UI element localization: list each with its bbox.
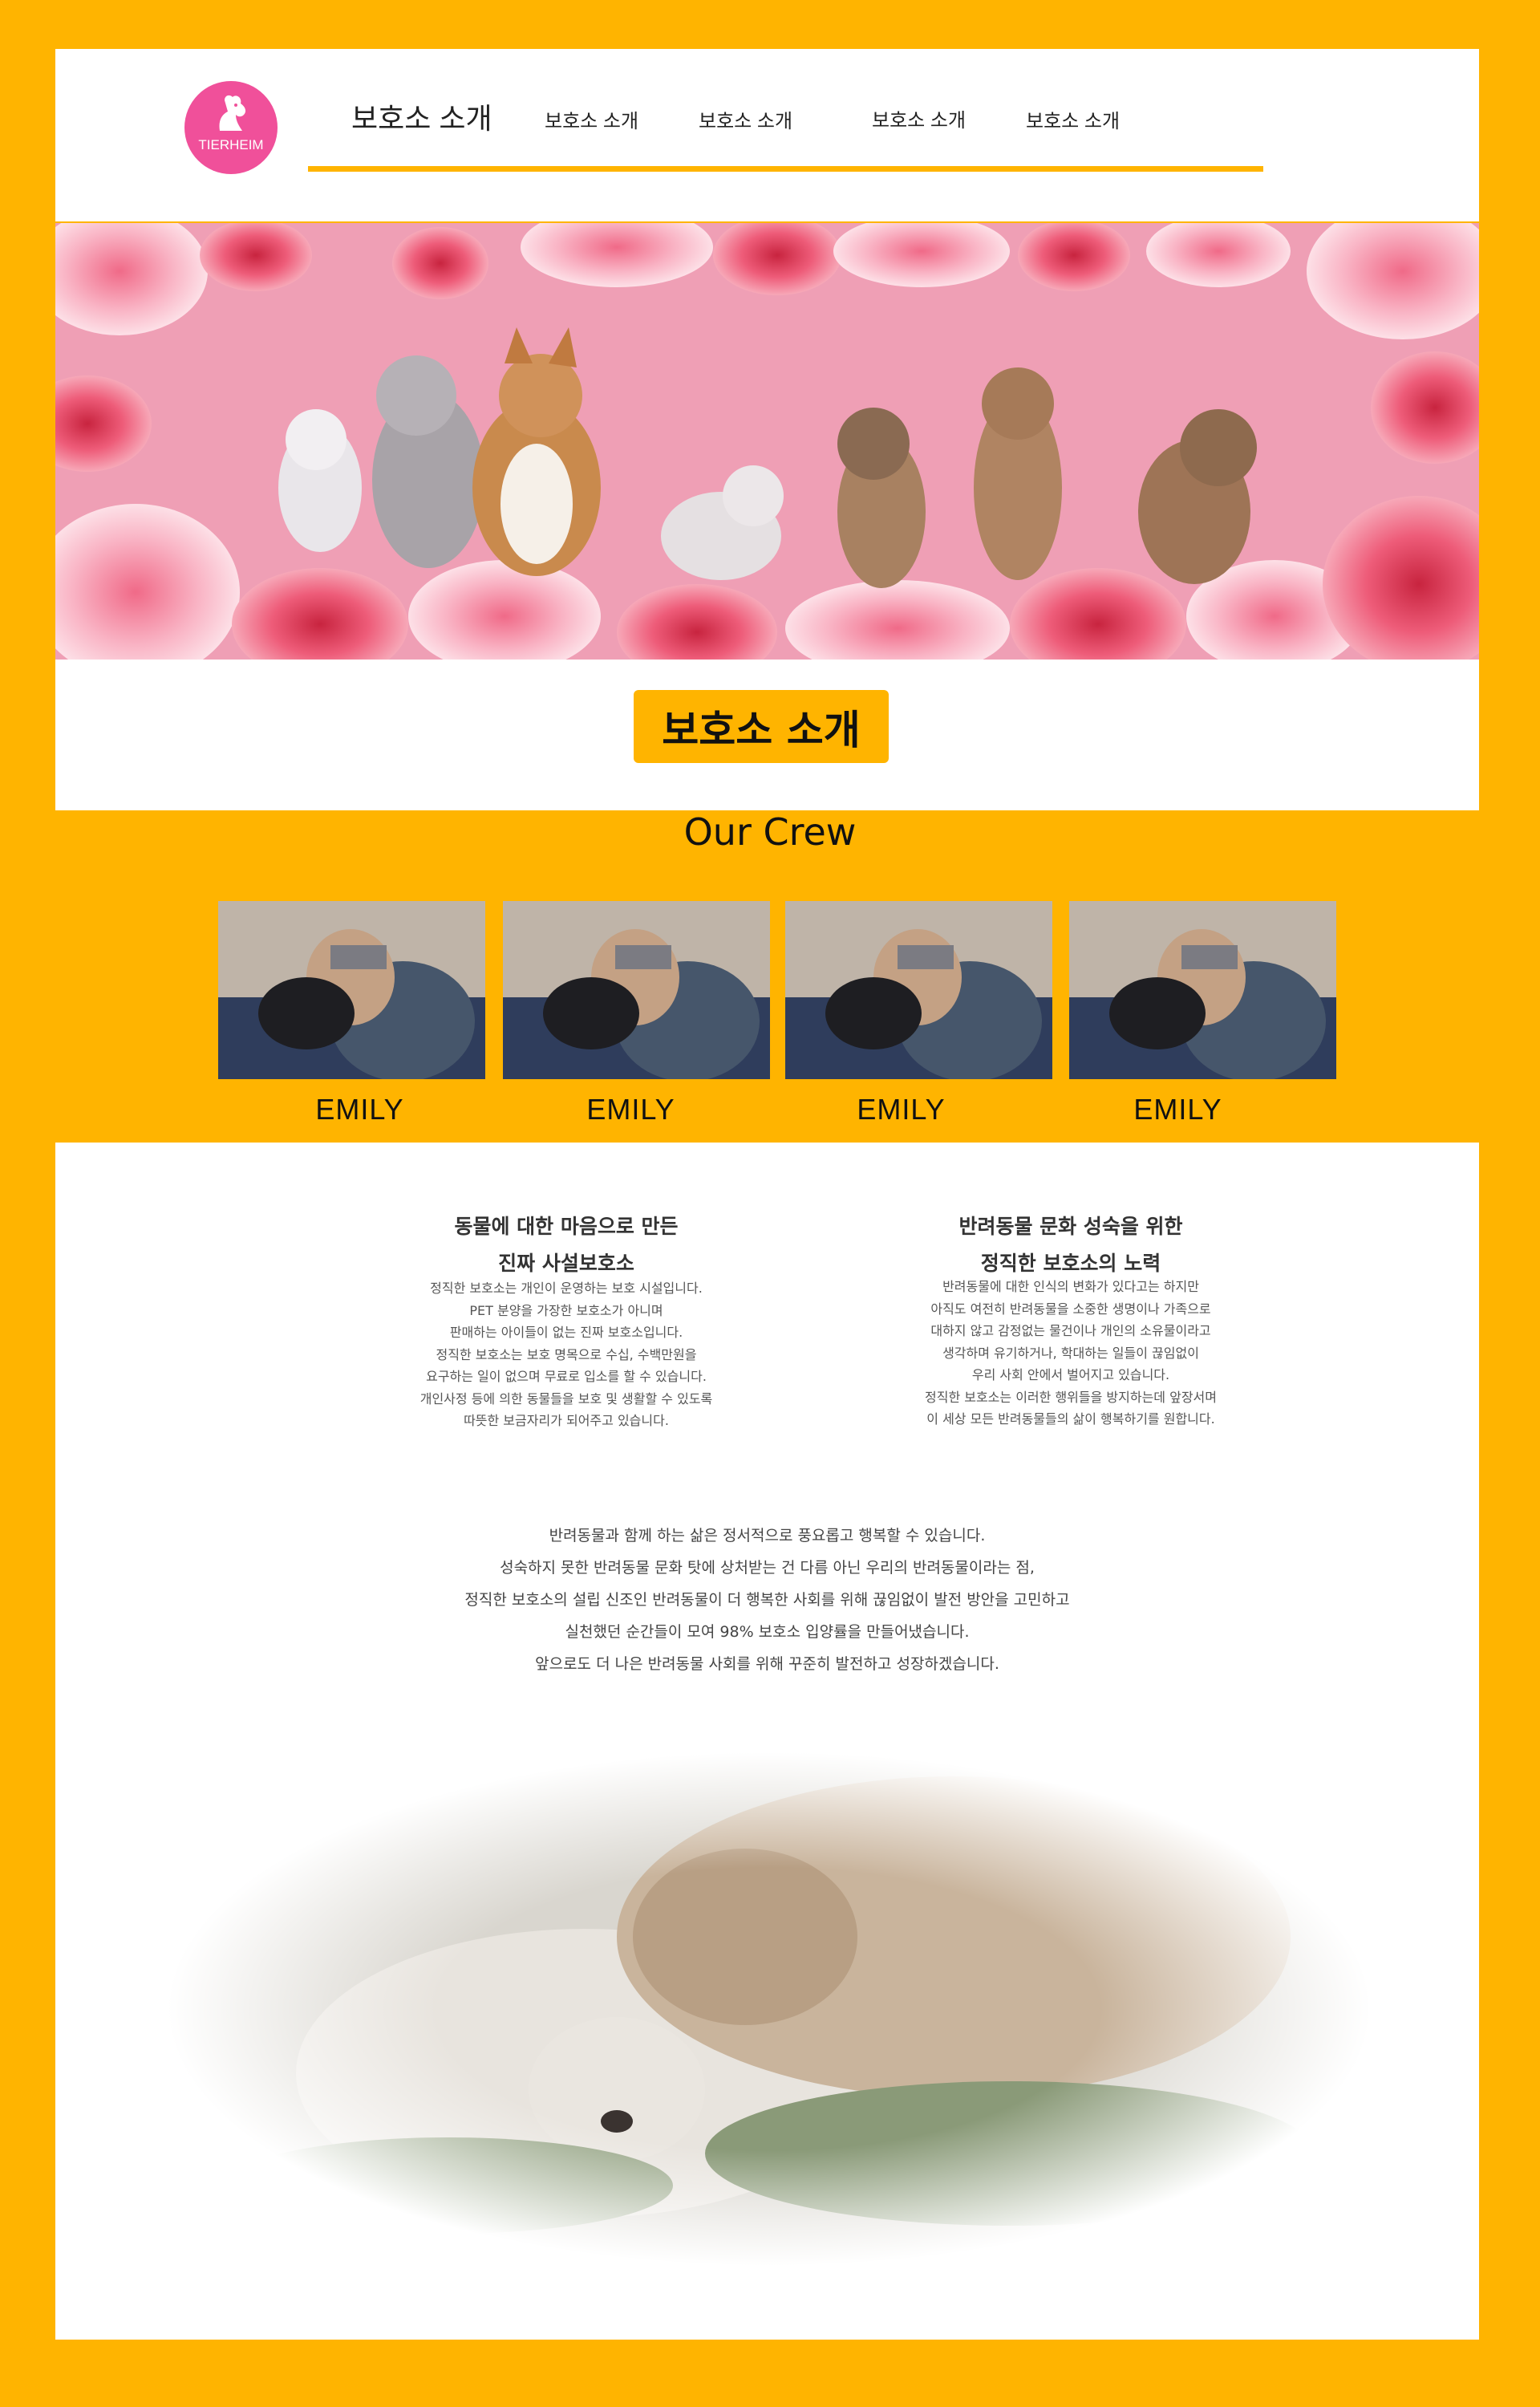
cat-and-dog-photo: [168, 1752, 1371, 2266]
crew-photo[interactable]: [218, 901, 485, 1079]
crew-name: EMILY: [586, 1093, 675, 1126]
statement-line: 실천했던 순간들이 모여 98% 보호소 입양률을 만들어냈습니다.: [565, 1623, 970, 1641]
text-line: 이 세상 모든 반려동물들의 삶이 행복하기를 원합니다.: [926, 1411, 1215, 1427]
statement-line: 반려동물과 함께 하는 삶은 정서적으로 풍요롭고 행복할 수 있습니다.: [549, 1527, 986, 1544]
dog-logo-icon: [219, 95, 246, 131]
shelter-intro-button[interactable]: 보호소 소개: [634, 690, 889, 763]
text-line: 생각하며 유기하거나, 학대하는 일들이 끊임없이: [942, 1345, 1199, 1361]
crew-name: EMILY: [857, 1093, 946, 1126]
left-column-text: 정직한 보호소는 개인이 운영하는 보호 시설입니다. PET 분양을 가장한 …: [326, 1277, 807, 1432]
text-line: 요구하는 일이 없으며 무료로 입소를 할 수 있습니다.: [426, 1369, 707, 1384]
crew-photo-image: [1069, 901, 1336, 1079]
text-line: 정직한 보호소는 이러한 행위들을 방지하는데 앞장서며: [925, 1389, 1217, 1405]
crew-title: Our Crew: [683, 810, 857, 854]
text-line: 반려동물에 대한 인식의 변화가 있다고는 하지만: [942, 1279, 1199, 1294]
right-heading-line-1: 반려동물 문화 성숙을 위한: [958, 1215, 1183, 1238]
hero-pets-image: [55, 223, 1479, 660]
nav-item-4[interactable]: 보호소 소개: [872, 104, 966, 132]
mission-statement: 반려동물과 함께 하는 삶은 정서적으로 풍요롭고 행복할 수 있습니다. 성숙…: [55, 1520, 1479, 1680]
crew-photo[interactable]: [785, 901, 1052, 1079]
hero-banner: [55, 223, 1479, 660]
text-line: 아직도 여전히 반려동물을 소중한 생명이나 가족으로: [930, 1301, 1211, 1317]
nav-item-5[interactable]: 보호소 소개: [1026, 105, 1120, 133]
nav-underline: [308, 166, 1263, 172]
text-line: 정직한 보호소는 보호 명목으로 수십, 수백만원을: [436, 1346, 697, 1362]
right-column-heading: 반려동물 문화 성숙을 위한 정직한 보호소의 노력: [830, 1208, 1311, 1282]
text-line: 판매하는 아이들이 없는 진짜 보호소입니다.: [449, 1325, 683, 1340]
nav-item-2[interactable]: 보호소 소개: [545, 105, 638, 133]
site-header: TIERHEIM 보호소 소개 보호소 소개 보호소 소개 보호소 소개 보호소…: [55, 49, 1479, 221]
text-line: 따뜻한 보금자리가 되어주고 있습니다.: [464, 1413, 669, 1428]
crew-name: EMILY: [315, 1093, 404, 1126]
text-line: 개인사정 등에 의한 동물들을 보호 및 생활할 수 있도록: [419, 1390, 713, 1406]
left-column-heading: 동물에 대한 마음으로 만든 진짜 사설보호소: [326, 1208, 807, 1282]
nav-item-3[interactable]: 보호소 소개: [699, 105, 792, 133]
section-title-area: 보호소 소개: [55, 660, 1479, 810]
left-heading-line-1: 동물에 대한 마음으로 만든: [454, 1215, 679, 1238]
crew-photo[interactable]: [503, 901, 770, 1079]
text-line: 우리 사회 안에서 벌어지고 있습니다.: [971, 1367, 1170, 1382]
crew-photo-image: [503, 901, 770, 1079]
content-section: 동물에 대한 마음으로 만든 진짜 사설보호소 정직한 보호소는 개인이 운영하…: [55, 1143, 1479, 2340]
text-line: PET 분양을 가장한 보호소가 아니며: [469, 1302, 663, 1318]
crew-photo-image: [785, 901, 1052, 1079]
crew-photo-image: [218, 901, 485, 1079]
text-line: 정직한 보호소는 개인이 운영하는 보호 시설입니다.: [430, 1281, 703, 1296]
logo-text: TIERHEIM: [198, 137, 264, 152]
right-column-text: 반려동물에 대한 인식의 변화가 있다고는 하지만 아직도 여전히 반려동물을 …: [830, 1276, 1311, 1431]
statement-line: 앞으로도 더 나은 반려동물 사회를 위해 꾸준히 발전하고 성장하겠습니다.: [535, 1655, 999, 1673]
crew-photo[interactable]: [1069, 901, 1336, 1079]
text-line: 대하지 않고 감정없는 물건이나 개인의 소유물이라고: [930, 1323, 1211, 1338]
statement-line: 성숙하지 못한 반려동물 문화 탓에 상처받는 건 다름 아닌 우리의 반려동물…: [500, 1559, 1035, 1577]
logo[interactable]: TIERHEIM: [184, 81, 278, 174]
crew-name: EMILY: [1133, 1093, 1222, 1126]
nav-item-main[interactable]: 보호소 소개: [351, 95, 492, 137]
statement-line: 정직한 보호소의 설립 신조인 반려동물이 더 행복한 사회를 위해 끊임없이 …: [464, 1591, 1070, 1609]
